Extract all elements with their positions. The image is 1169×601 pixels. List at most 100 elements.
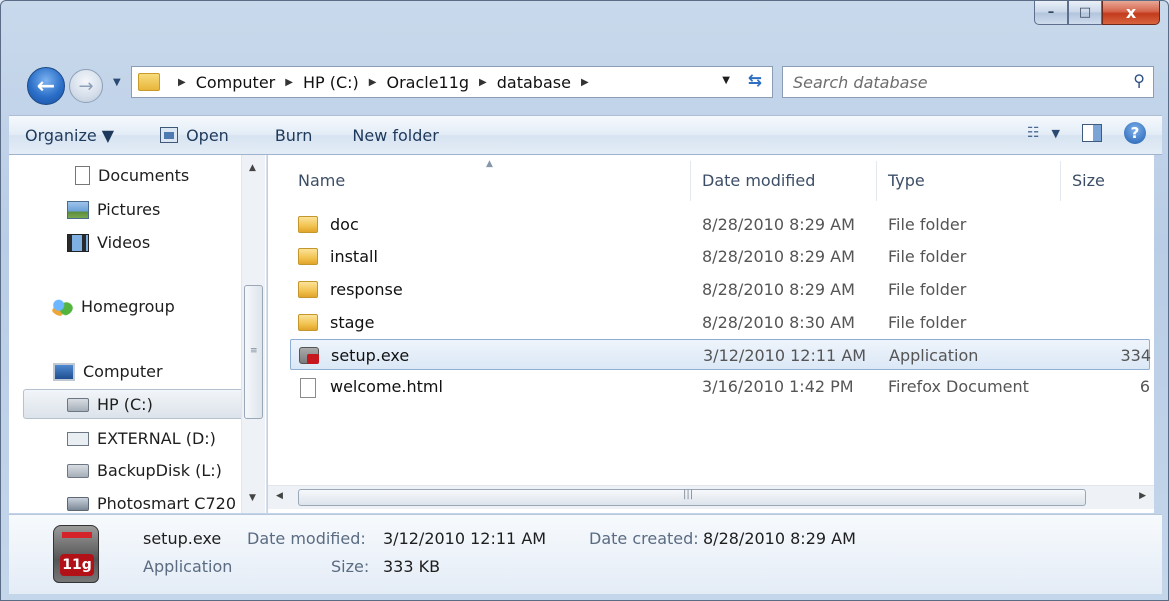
nav-item-label: Homegroup bbox=[81, 297, 175, 316]
burn-button[interactable]: Burn bbox=[275, 126, 313, 145]
help-icon[interactable]: ? bbox=[1124, 122, 1146, 144]
scroll-up-arrow-icon[interactable]: ▲ bbox=[249, 163, 256, 173]
nav-item-videos[interactable]: Videos bbox=[67, 233, 150, 252]
file-row-welcome-html[interactable]: welcome.html 3/16/2010 1:42 PM Firefox D… bbox=[290, 371, 1150, 402]
column-header-date-modified[interactable]: Date modified bbox=[702, 155, 882, 205]
breadcrumb-hp-c[interactable]: HP (C:) bbox=[303, 73, 359, 92]
address-history-dropdown[interactable]: ▼ bbox=[722, 75, 730, 86]
file-name: setup.exe bbox=[331, 346, 410, 365]
scroll-down-arrow-icon[interactable]: ▼ bbox=[249, 493, 256, 503]
new-folder-label: New folder bbox=[352, 125, 439, 145]
nav-item-pictures[interactable]: Pictures bbox=[67, 200, 160, 219]
breadcrumb-oracle11g[interactable]: Oracle11g bbox=[386, 73, 469, 92]
nav-item-photosmart[interactable]: Photosmart C720 bbox=[67, 494, 236, 513]
file-name: welcome.html bbox=[330, 377, 443, 396]
file-date: 8/28/2010 8:30 AM bbox=[702, 313, 855, 332]
printer-icon bbox=[67, 496, 89, 511]
preview-pane-icon[interactable] bbox=[1082, 124, 1102, 142]
burn-label: Burn bbox=[274, 125, 313, 145]
details-size-label: Size: bbox=[331, 557, 370, 576]
videos-icon bbox=[67, 233, 89, 252]
address-bar[interactable]: ▶ Computer ▶ HP (C:) ▶ Oracle11g ▶ datab… bbox=[131, 66, 773, 98]
column-header-label: Date modified bbox=[702, 170, 816, 190]
folder-icon bbox=[298, 216, 318, 233]
file-row-stage[interactable]: stage 8/28/2010 8:30 AM File folder bbox=[290, 307, 1150, 338]
computer-icon bbox=[53, 362, 75, 381]
chevron-right-icon[interactable]: ▶ bbox=[479, 77, 487, 88]
column-header-label: Size bbox=[1072, 170, 1105, 190]
external-drive-icon bbox=[67, 431, 89, 446]
details-date-modified: 3/12/2010 12:11 AM bbox=[383, 529, 547, 548]
search-input[interactable]: Search database ⚲ bbox=[782, 66, 1154, 98]
version-badge: 11g bbox=[60, 554, 94, 576]
file-type: File folder bbox=[888, 215, 967, 234]
details-filename: setup.exe bbox=[143, 529, 222, 548]
forward-button[interactable]: → bbox=[69, 69, 103, 103]
scrollbar-thumb[interactable]: ||| bbox=[298, 489, 1086, 506]
grip-icon: ||| bbox=[683, 489, 694, 500]
maximize-button[interactable]: □ bbox=[1068, 1, 1102, 25]
chevron-right-icon[interactable]: ▶ bbox=[581, 77, 589, 88]
column-header-label: Type bbox=[888, 170, 925, 190]
nav-vertical-scrollbar[interactable]: ▲ ≡ ▼ bbox=[241, 155, 265, 513]
grip-icon: ≡ bbox=[250, 346, 258, 356]
refresh-icon[interactable]: ⇆ bbox=[748, 71, 762, 91]
nav-item-computer[interactable]: Computer bbox=[53, 362, 163, 381]
file-list-horizontal-scrollbar[interactable]: ◀ ||| ▶ bbox=[268, 485, 1154, 509]
minimize-button[interactable]: – bbox=[1034, 1, 1068, 25]
close-button[interactable]: x bbox=[1102, 1, 1160, 25]
recent-pages-dropdown[interactable]: ▼ bbox=[113, 77, 121, 88]
folder-icon bbox=[298, 281, 318, 298]
nav-item-backupdisk-l[interactable]: BackupDisk (L:) bbox=[67, 461, 222, 480]
organize-button[interactable]: Organize ▼ bbox=[25, 126, 114, 145]
file-type: Firefox Document bbox=[888, 377, 1029, 396]
column-header-name[interactable]: Name ▲ bbox=[298, 155, 688, 205]
scroll-right-arrow-icon[interactable]: ▶ bbox=[1139, 491, 1146, 501]
back-button[interactable]: ← bbox=[27, 67, 65, 105]
organize-label: Organize ▼ bbox=[25, 125, 115, 145]
file-row-setup-exe[interactable]: setup.exe 3/12/2010 12:11 AM Application… bbox=[290, 339, 1151, 370]
nav-item-external-d[interactable]: EXTERNAL (D:) bbox=[67, 429, 216, 448]
open-button[interactable]: Open bbox=[160, 126, 229, 145]
document-icon bbox=[75, 166, 90, 185]
drive-icon bbox=[67, 463, 89, 478]
nav-item-label: Photosmart C720 bbox=[97, 494, 237, 513]
view-dropdown-arrow[interactable]: ▼ bbox=[1052, 127, 1060, 140]
title-bar[interactable]: – □ x bbox=[1, 1, 1168, 53]
column-header-size[interactable]: Size bbox=[1072, 155, 1152, 205]
file-row-install[interactable]: install 8/28/2010 8:29 AM File folder bbox=[290, 241, 1150, 272]
file-type: Application bbox=[889, 346, 979, 365]
change-view-button[interactable]: ☷ ▼ bbox=[1027, 125, 1060, 141]
folder-icon bbox=[298, 314, 318, 331]
navigation-pane: Documents Pictures Videos Homegroup Comp… bbox=[9, 155, 267, 513]
column-divider[interactable] bbox=[690, 161, 691, 201]
nav-item-hp-c[interactable]: HP (C:) bbox=[67, 395, 153, 414]
chevron-right-icon[interactable]: ▶ bbox=[369, 77, 377, 88]
chevron-right-icon[interactable]: ▶ bbox=[178, 77, 186, 88]
chevron-right-icon[interactable]: ▶ bbox=[285, 77, 293, 88]
column-header-type[interactable]: Type bbox=[888, 155, 1058, 205]
search-icon[interactable]: ⚲ bbox=[1133, 71, 1145, 90]
file-list: Name ▲ Date modified Type Size doc 8/28/… bbox=[268, 155, 1154, 513]
column-divider[interactable] bbox=[876, 161, 877, 201]
scroll-left-arrow-icon[interactable]: ◀ bbox=[276, 491, 283, 501]
file-row-response[interactable]: response 8/28/2010 8:29 AM File folder bbox=[290, 274, 1150, 305]
pictures-icon bbox=[67, 200, 89, 219]
column-divider[interactable] bbox=[1060, 161, 1061, 201]
file-name: install bbox=[330, 247, 378, 266]
file-row-doc[interactable]: doc 8/28/2010 8:29 AM File folder bbox=[290, 209, 1150, 240]
scrollbar-thumb[interactable]: ≡ bbox=[244, 285, 263, 419]
new-folder-button[interactable]: New folder bbox=[352, 126, 438, 145]
breadcrumb-database[interactable]: database bbox=[497, 73, 571, 92]
nav-item-label: EXTERNAL (D:) bbox=[97, 429, 216, 448]
open-window-icon bbox=[160, 127, 179, 143]
details-view-icon: ☷ bbox=[1026, 125, 1040, 141]
details-size: 333 KB bbox=[383, 557, 441, 576]
column-header-label: Name bbox=[298, 170, 346, 190]
folder-icon bbox=[298, 248, 318, 265]
breadcrumb-computer[interactable]: Computer bbox=[196, 73, 276, 92]
nav-item-documents[interactable]: Documents bbox=[71, 166, 189, 185]
drive-icon bbox=[67, 397, 89, 412]
toolbar-right-group: ☷ ▼ ? bbox=[1027, 122, 1146, 144]
nav-item-homegroup[interactable]: Homegroup bbox=[51, 297, 175, 316]
